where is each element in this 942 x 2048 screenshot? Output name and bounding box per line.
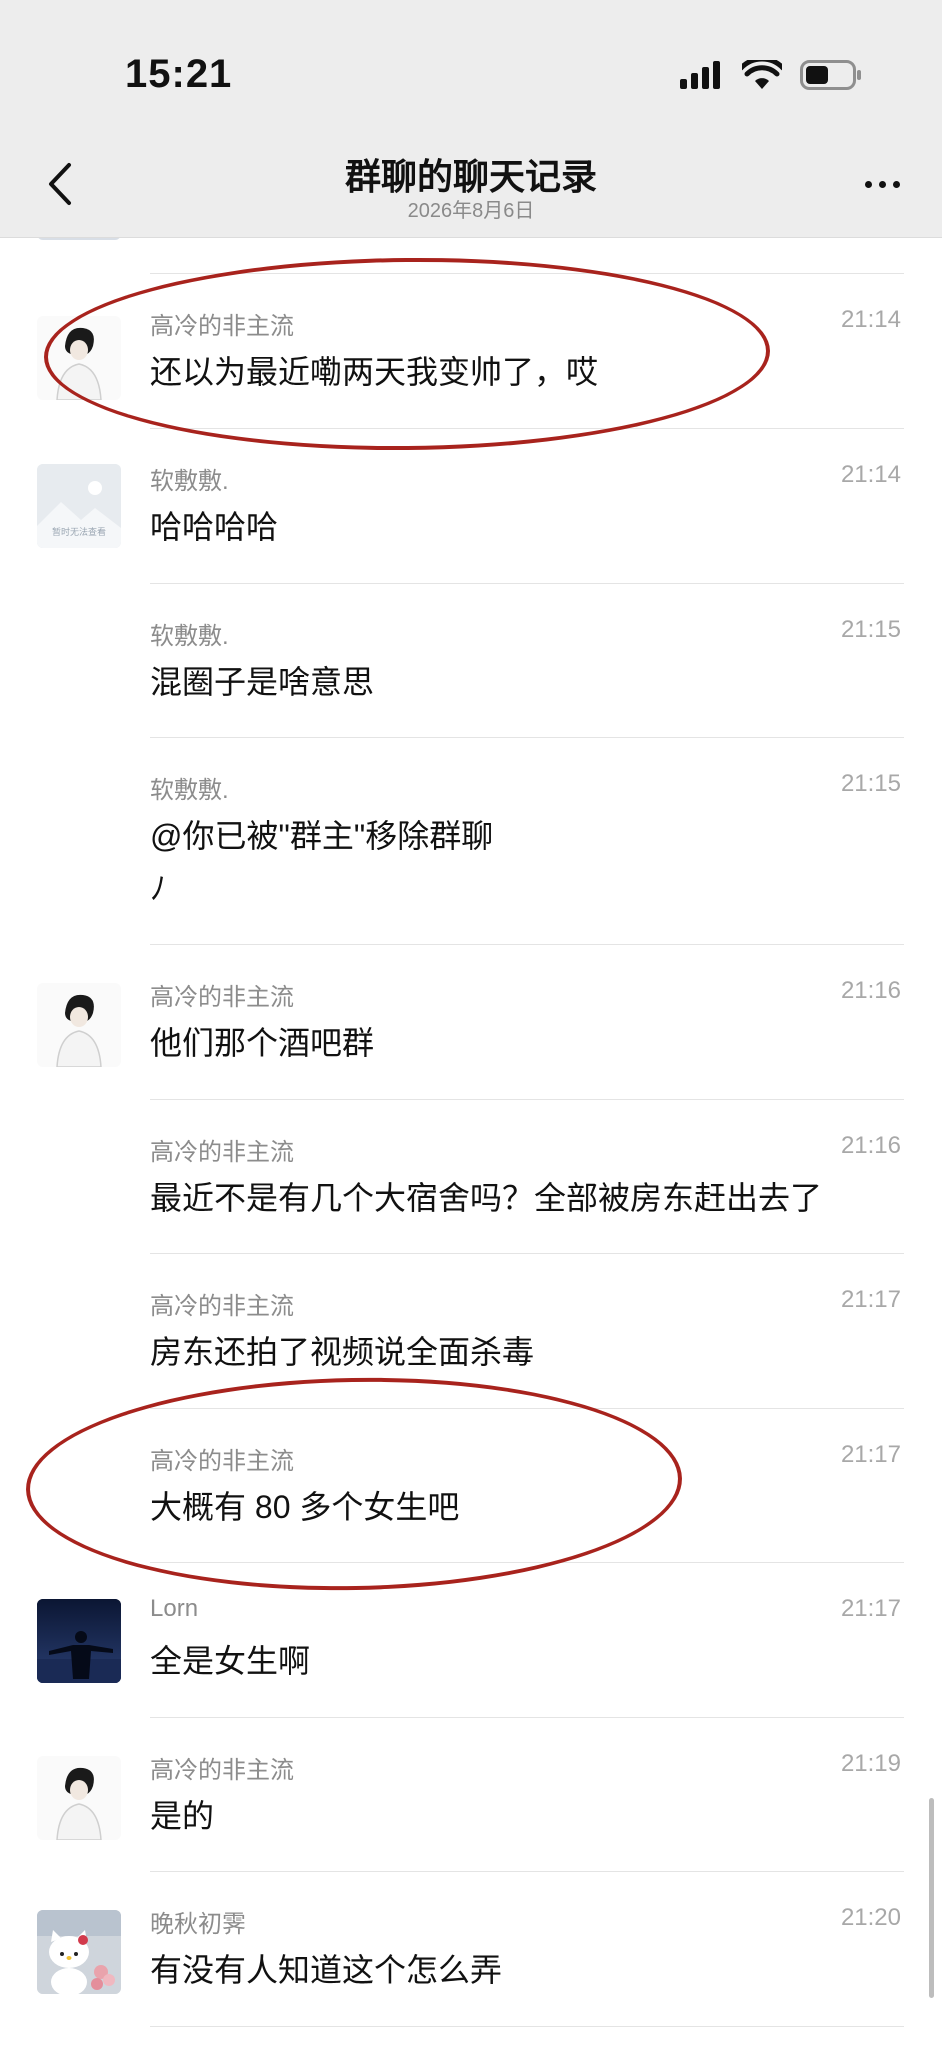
avatar[interactable] xyxy=(37,316,121,400)
list-item[interactable]: 高冷的非主流 21:16 最近不是有几个大宿舍吗？全部被房东赶出去了 xyxy=(0,1100,942,1254)
list-item[interactable]: 高冷的非主流 21:17 房东还拍了视频说全面杀毒 xyxy=(0,1254,942,1409)
message-time: 21:15 xyxy=(840,616,901,643)
sender-name: 高冷的非主流 xyxy=(150,1757,294,1784)
wifi-icon xyxy=(742,60,782,89)
sender-name: Lorn xyxy=(150,1595,199,1622)
more-dot-icon xyxy=(892,180,900,188)
status-bar: 15:21 xyxy=(0,0,942,130)
boy-sketch-avatar-icon xyxy=(37,1756,121,1840)
scrollbar[interactable] xyxy=(929,1798,934,1998)
message-text: @你已被"群主"移除群聊 xyxy=(150,818,494,854)
list-item[interactable]: 暂时无法查看 软敷敷. 21:14 哈哈哈哈 xyxy=(0,429,942,584)
sender-name: 高冷的非主流 xyxy=(150,313,294,340)
message-text: 大概有 80 多个女生吧 xyxy=(150,1489,460,1525)
more-dot-icon xyxy=(864,180,872,188)
message-text: 有没有人知道这个怎么弄 xyxy=(150,1952,503,1988)
message-time: 21:20 xyxy=(840,1904,901,1931)
message-time: 21:17 xyxy=(840,1441,901,1468)
page-title: 群聊的聊天记录 xyxy=(344,156,597,197)
message-text: 他们那个酒吧群 xyxy=(150,1025,375,1061)
message-text: 房东还拍了视频说全面杀毒 xyxy=(150,1334,535,1370)
message-text: 最近不是有几个大宿舍吗？全部被房东赶出去了 xyxy=(150,1180,823,1216)
hello-kitty-plush-avatar-icon xyxy=(37,1910,121,1994)
more-options-button[interactable] xyxy=(852,154,912,214)
boy-sketch-avatar-icon xyxy=(37,316,121,400)
message-time: 21:17 xyxy=(840,1595,901,1622)
page-subtitle-date: 2026年8月6日 xyxy=(407,200,535,222)
message-time: 21:14 xyxy=(840,461,901,488)
message-text: 全是女生啊 xyxy=(150,1643,311,1679)
list-item[interactable]: 晚秋初霁 21:20 有没有人知道这个怎么弄 xyxy=(0,1872,942,2027)
more-dot-icon xyxy=(878,180,886,188)
message-time: 21:19 xyxy=(840,1750,901,1777)
sender-name: 高冷的非主流 xyxy=(150,984,294,1011)
divider xyxy=(150,2026,904,2027)
sender-name: 软敷敷. xyxy=(150,623,229,650)
avatar[interactable] xyxy=(37,1756,121,1840)
navigation-bar: 群聊的聊天记录 2026年8月6日 xyxy=(0,130,942,238)
sender-name: 软敷敷. xyxy=(150,777,229,804)
avatar xyxy=(37,238,121,240)
avatar[interactable]: 暂时无法查看 xyxy=(37,464,121,548)
avatar[interactable] xyxy=(37,1910,121,1994)
list-item[interactable]: Lorn 21:17 全是女生啊 xyxy=(0,1563,942,1718)
sender-name: 高冷的非主流 xyxy=(150,1448,294,1475)
sender-name: 高冷的非主流 xyxy=(150,1139,294,1166)
avatar[interactable] xyxy=(37,1599,121,1683)
chat-record-list[interactable]: 高冷的非主流 21:14 还以为最近嘞两天我变帅了，哎 暂时无法查看 软敷敷. … xyxy=(0,238,942,2048)
message-text: 哈哈哈哈 xyxy=(150,509,279,545)
status-icons xyxy=(680,58,862,92)
message-time: 21:17 xyxy=(840,1286,901,1313)
night-silhouette-avatar-icon xyxy=(37,1599,121,1683)
message-time: 21:14 xyxy=(840,306,901,333)
list-item[interactable]: 高冷的非主流 21:16 他们那个酒吧群 xyxy=(0,945,942,1100)
message-time: 21:16 xyxy=(840,1132,901,1159)
message-text: 是的 xyxy=(150,1798,215,1834)
cellular-signal-icon xyxy=(680,61,720,89)
sender-name: 高冷的非主流 xyxy=(150,1293,294,1320)
list-item[interactable]: 软敷敷. 21:15 混圈子是啥意思 xyxy=(0,584,942,738)
avatar-caption: 暂时无法查看 xyxy=(51,527,106,537)
list-item[interactable]: 软敷敷. 21:15 @你已被"群主"移除群聊 ﾉ xyxy=(0,738,942,945)
message-text-continuation: ﾉ xyxy=(150,870,167,906)
list-item[interactable]: 高冷的非主流 21:19 是的 xyxy=(0,1718,942,1872)
status-time: 15:21 xyxy=(125,52,233,96)
list-item[interactable]: 高冷的非主流 21:14 还以为最近嘞两天我变帅了，哎 xyxy=(0,274,942,429)
message-text: 还以为最近嘞两天我变帅了，哎 xyxy=(150,354,599,390)
boy-sketch-avatar-icon xyxy=(37,983,121,1067)
avatar[interactable] xyxy=(37,983,121,1067)
sender-name: 软敷敷. xyxy=(150,468,229,495)
list-item[interactable]: 高冷的非主流 21:17 大概有 80 多个女生吧 xyxy=(0,1409,942,1563)
message-time: 21:15 xyxy=(840,770,901,797)
message-time: 21:16 xyxy=(840,977,901,1004)
battery-icon xyxy=(800,60,861,90)
message-text: 混圈子是啥意思 xyxy=(150,664,375,700)
sender-name: 晚秋初霁 xyxy=(150,1911,246,1938)
